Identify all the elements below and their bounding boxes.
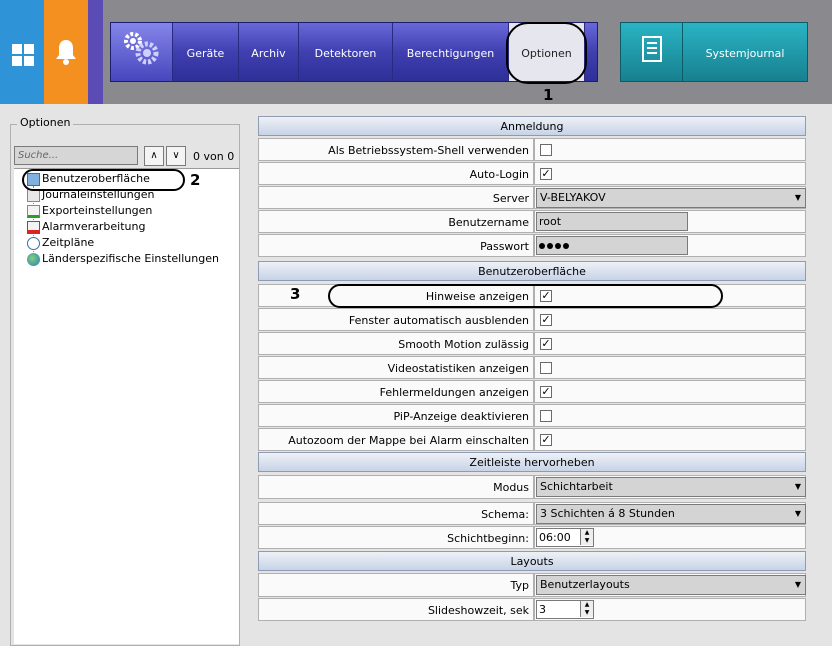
ui-row-value-cell	[534, 356, 806, 379]
tree-item-zeitplaene[interactable]: Zeitpläne	[42, 235, 94, 251]
alarm-icon	[27, 221, 40, 234]
username-input[interactable]: root	[536, 212, 688, 231]
annotation-number-2: 2	[190, 171, 201, 189]
ui-row-value-cell	[534, 308, 806, 331]
settings-home-button[interactable]	[111, 23, 173, 81]
schichtbeginn-label: Schichtbeginn:	[258, 526, 534, 549]
section-header-layouts: Layouts	[258, 551, 806, 571]
spin-down-icon[interactable]: ▼	[580, 609, 593, 617]
tab-geraete[interactable]: Geräte	[173, 23, 239, 81]
dropdown-arrow-icon: ▼	[794, 482, 801, 491]
ui-row-value-cell	[534, 428, 806, 451]
notifications-button[interactable]	[44, 0, 88, 104]
ui-row-label: Autozoom der Mappe bei Alarm einschalten	[258, 428, 534, 451]
modus-value: Schichtarbeit	[540, 480, 613, 493]
export-icon	[27, 205, 40, 218]
clock-icon	[27, 237, 40, 250]
videostatistiken-checkbox[interactable]	[540, 362, 552, 374]
schichtbeginn-spinbox[interactable]: 06:00 ▲ ▼	[536, 528, 594, 547]
windows-menu-button[interactable]	[0, 0, 44, 104]
systemjournal-label: Systemjournal	[705, 47, 785, 60]
spin-down-icon[interactable]: ▼	[580, 537, 593, 545]
schichtbeginn-value: 06:00	[539, 531, 571, 544]
section-header-benutzeroberflaeche: Benutzeroberfläche	[258, 261, 806, 281]
autozoom-checkbox[interactable]: ✓	[540, 434, 552, 446]
tab-berechtigungen[interactable]: Berechtigungen	[393, 23, 509, 81]
ui-row-value-cell	[534, 404, 806, 427]
dropdown-arrow-icon: ▼	[794, 509, 801, 518]
ui-row-value-cell	[534, 332, 806, 355]
search-result-counter: 0 von 0	[193, 150, 235, 163]
server-label: Server	[258, 186, 534, 209]
tab-detektoren[interactable]: Detektoren	[299, 23, 393, 81]
ui-row-label: Videostatistiken anzeigen	[258, 356, 534, 379]
modus-dropdown[interactable]: Schichtarbeit ▼	[536, 477, 806, 497]
shell-value-cell	[534, 138, 806, 161]
shell-label: Als Betriebssystem-Shell verwenden	[258, 138, 534, 161]
annotation-oval-hinweise	[328, 284, 723, 308]
shell-checkbox[interactable]	[540, 144, 552, 156]
section-header-zeitleiste: Zeitleiste hervorheben	[258, 452, 806, 472]
annotation-number-3: 3	[290, 285, 301, 303]
ui-row-label: PiP-Anzeige deaktivieren	[258, 404, 534, 427]
typ-dropdown[interactable]: Benutzerlayouts ▼	[536, 575, 806, 595]
annotation-number-1: 1	[543, 86, 554, 104]
search-prev-button[interactable]: ∧	[144, 146, 164, 166]
server-value: V-BELYAKOV	[540, 191, 606, 204]
top-bar: Geräte Archiv Detektoren Berechtigungen …	[0, 0, 832, 104]
search-next-button[interactable]: ∨	[166, 146, 186, 166]
password-label: Passwort	[258, 234, 534, 257]
tree-item-alarmverarbeitung[interactable]: Alarmverarbeitung	[42, 219, 145, 235]
search-input[interactable]: Suche...	[14, 146, 138, 165]
smooth-motion-checkbox[interactable]: ✓	[540, 338, 552, 350]
systemjournal-button[interactable]: Systemjournal	[620, 22, 808, 82]
dropdown-arrow-icon: ▼	[794, 193, 801, 202]
fehlermeldungen-checkbox[interactable]: ✓	[540, 386, 552, 398]
tree-item-laenderspezifisch[interactable]: Länderspezifische Einstellungen	[42, 251, 219, 267]
autologin-checkbox[interactable]: ✓	[540, 168, 552, 180]
panel-divider	[88, 0, 103, 104]
annotation-oval-tree	[22, 169, 185, 191]
ui-row-label: Fenster automatisch ausblenden	[258, 308, 534, 331]
slideshow-spinbox[interactable]: 3 ▲ ▼	[536, 600, 594, 619]
windows-icon	[12, 44, 34, 66]
dropdown-arrow-icon: ▼	[794, 580, 801, 589]
journal-icon-box	[621, 23, 683, 81]
gears-icon	[124, 32, 159, 65]
modus-label: Modus	[258, 475, 534, 499]
spin-up-icon[interactable]: ▲	[580, 601, 593, 609]
ui-row-label: Fehlermeldungen anzeigen	[258, 380, 534, 403]
ui-row-value-cell	[534, 380, 806, 403]
tree-item-exporteinstellungen[interactable]: Exporteinstellungen	[42, 203, 152, 219]
schema-value: 3 Schichten á 8 Stunden	[540, 507, 675, 520]
tab-archiv[interactable]: Archiv	[239, 23, 299, 81]
section-header-anmeldung: Anmeldung	[258, 116, 806, 136]
fenster-checkbox[interactable]: ✓	[540, 314, 552, 326]
server-dropdown[interactable]: V-BELYAKOV ▼	[536, 188, 806, 208]
typ-label: Typ	[258, 573, 534, 597]
autologin-value-cell	[534, 162, 806, 185]
schema-dropdown[interactable]: 3 Schichten á 8 Stunden ▼	[536, 504, 806, 524]
slideshow-label: Slideshowzeit, sek	[258, 598, 534, 621]
typ-value: Benutzerlayouts	[540, 578, 630, 591]
autologin-label: Auto-Login	[258, 162, 534, 185]
pip-checkbox[interactable]	[540, 410, 552, 422]
schema-label: Schema:	[258, 502, 534, 525]
slideshow-value: 3	[539, 603, 546, 616]
bell-icon	[56, 40, 76, 65]
spin-up-icon[interactable]: ▲	[580, 529, 593, 537]
ui-row-label: Smooth Motion zulässig	[258, 332, 534, 355]
username-label: Benutzername	[258, 210, 534, 233]
journal-icon	[642, 36, 662, 62]
options-group-title: Optionen	[17, 116, 74, 129]
password-input[interactable]	[536, 236, 688, 255]
annotation-oval-optionen	[506, 22, 587, 84]
globe-icon	[27, 253, 40, 266]
